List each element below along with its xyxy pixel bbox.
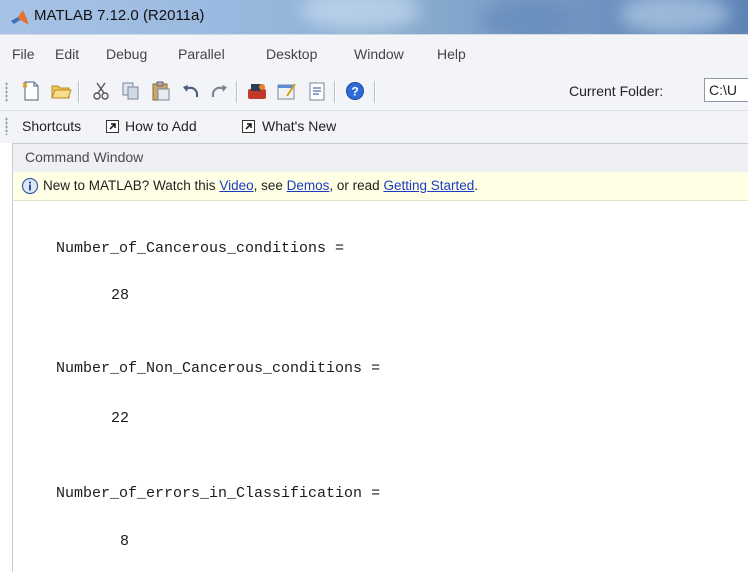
menu-parallel[interactable]: Parallel — [178, 46, 225, 62]
info-icon — [21, 177, 39, 195]
shortcuts-label[interactable]: Shortcuts — [22, 118, 81, 134]
equals-sign: = — [362, 360, 381, 377]
cut-icon[interactable] — [90, 80, 112, 102]
info-separator: , see — [253, 178, 287, 193]
variable-name: Number_of_errors_in_Classification — [56, 485, 363, 502]
profiler-icon[interactable] — [306, 80, 328, 102]
how-to-add-link[interactable]: How to Add — [125, 118, 197, 134]
menu-bar: File Edit Debug Parallel Desktop Window … — [0, 34, 748, 75]
output-value: 8 — [120, 533, 130, 550]
output-value: 28 — [111, 287, 130, 304]
toolbar-separator — [334, 81, 336, 103]
help-icon[interactable]: ? — [344, 80, 366, 102]
current-folder-field[interactable]: C:\U — [704, 78, 748, 102]
equals-sign: = — [362, 485, 381, 502]
title-bar-glow — [300, 0, 420, 30]
shortcut-icon — [106, 120, 119, 133]
info-separator: , or read — [329, 178, 384, 193]
guide-icon[interactable] — [276, 80, 298, 102]
matlab-logo-icon[interactable] — [10, 8, 30, 28]
whats-new-link[interactable]: What's New — [262, 118, 336, 134]
output-value: 22 — [111, 410, 130, 427]
window-title: MATLAB 7.12.0 (R2011a) — [34, 7, 205, 24]
title-bar-glow — [620, 0, 730, 34]
simulink-icon[interactable] — [246, 80, 268, 102]
matlab-window: MATLAB 7.12.0 (R2011a) File Edit Debug P… — [0, 0, 748, 572]
info-suffix: . — [474, 178, 479, 193]
demos-link[interactable]: Demos — [287, 178, 330, 193]
shortcut-icon — [242, 120, 255, 133]
toolbar-separator — [236, 81, 238, 103]
toolbar-separator — [374, 81, 376, 103]
menu-debug[interactable]: Debug — [106, 46, 147, 62]
new-file-icon[interactable] — [20, 80, 42, 102]
copy-icon[interactable] — [120, 80, 142, 102]
equals-sign: = — [326, 240, 345, 257]
paste-icon[interactable] — [150, 80, 172, 102]
toolbar-grip[interactable] — [5, 82, 8, 102]
toolbar: ? Current Folder: C:\U — [0, 74, 748, 110]
menu-help[interactable]: Help — [437, 46, 466, 62]
menu-desktop[interactable]: Desktop — [266, 46, 317, 62]
output-variable-line: Number_of_Non_Cancerous_conditions = — [56, 360, 380, 377]
getting-started-link[interactable]: Getting Started — [383, 178, 474, 193]
menu-window[interactable]: Window — [354, 46, 404, 62]
menu-file[interactable]: File — [12, 46, 35, 62]
variable-name: Number_of_Cancerous_conditions — [56, 240, 327, 257]
current-folder-label: Current Folder: — [569, 83, 664, 99]
command-window-title: Command Window — [25, 149, 144, 165]
info-message: New to MATLAB? Watch this Video, see Dem… — [43, 178, 478, 193]
output-variable-line: Number_of_errors_in_Classification = — [56, 485, 380, 502]
info-bar: New to MATLAB? Watch this Video, see Dem… — [12, 172, 748, 201]
variable-name: Number_of_Non_Cancerous_conditions — [56, 360, 363, 377]
toolbar-separator — [78, 81, 80, 103]
shortcuts-bar: Shortcuts How to Add What's New — [0, 110, 748, 143]
menu-edit[interactable]: Edit — [55, 46, 79, 62]
open-folder-icon[interactable] — [50, 80, 72, 102]
title-bar[interactable]: MATLAB 7.12.0 (R2011a) — [0, 0, 748, 40]
info-prefix: New to MATLAB? Watch this — [43, 178, 220, 193]
svg-text:?: ? — [351, 85, 358, 99]
undo-icon[interactable] — [180, 80, 202, 102]
shortcuts-grip[interactable] — [5, 117, 8, 135]
redo-icon[interactable] — [208, 80, 230, 102]
video-link[interactable]: Video — [219, 178, 253, 193]
command-window-console[interactable]: Number_of_Cancerous_conditions = 28 Numb… — [12, 201, 748, 572]
command-window-header[interactable]: Command Window — [12, 143, 748, 173]
output-variable-line: Number_of_Cancerous_conditions = — [56, 240, 344, 257]
